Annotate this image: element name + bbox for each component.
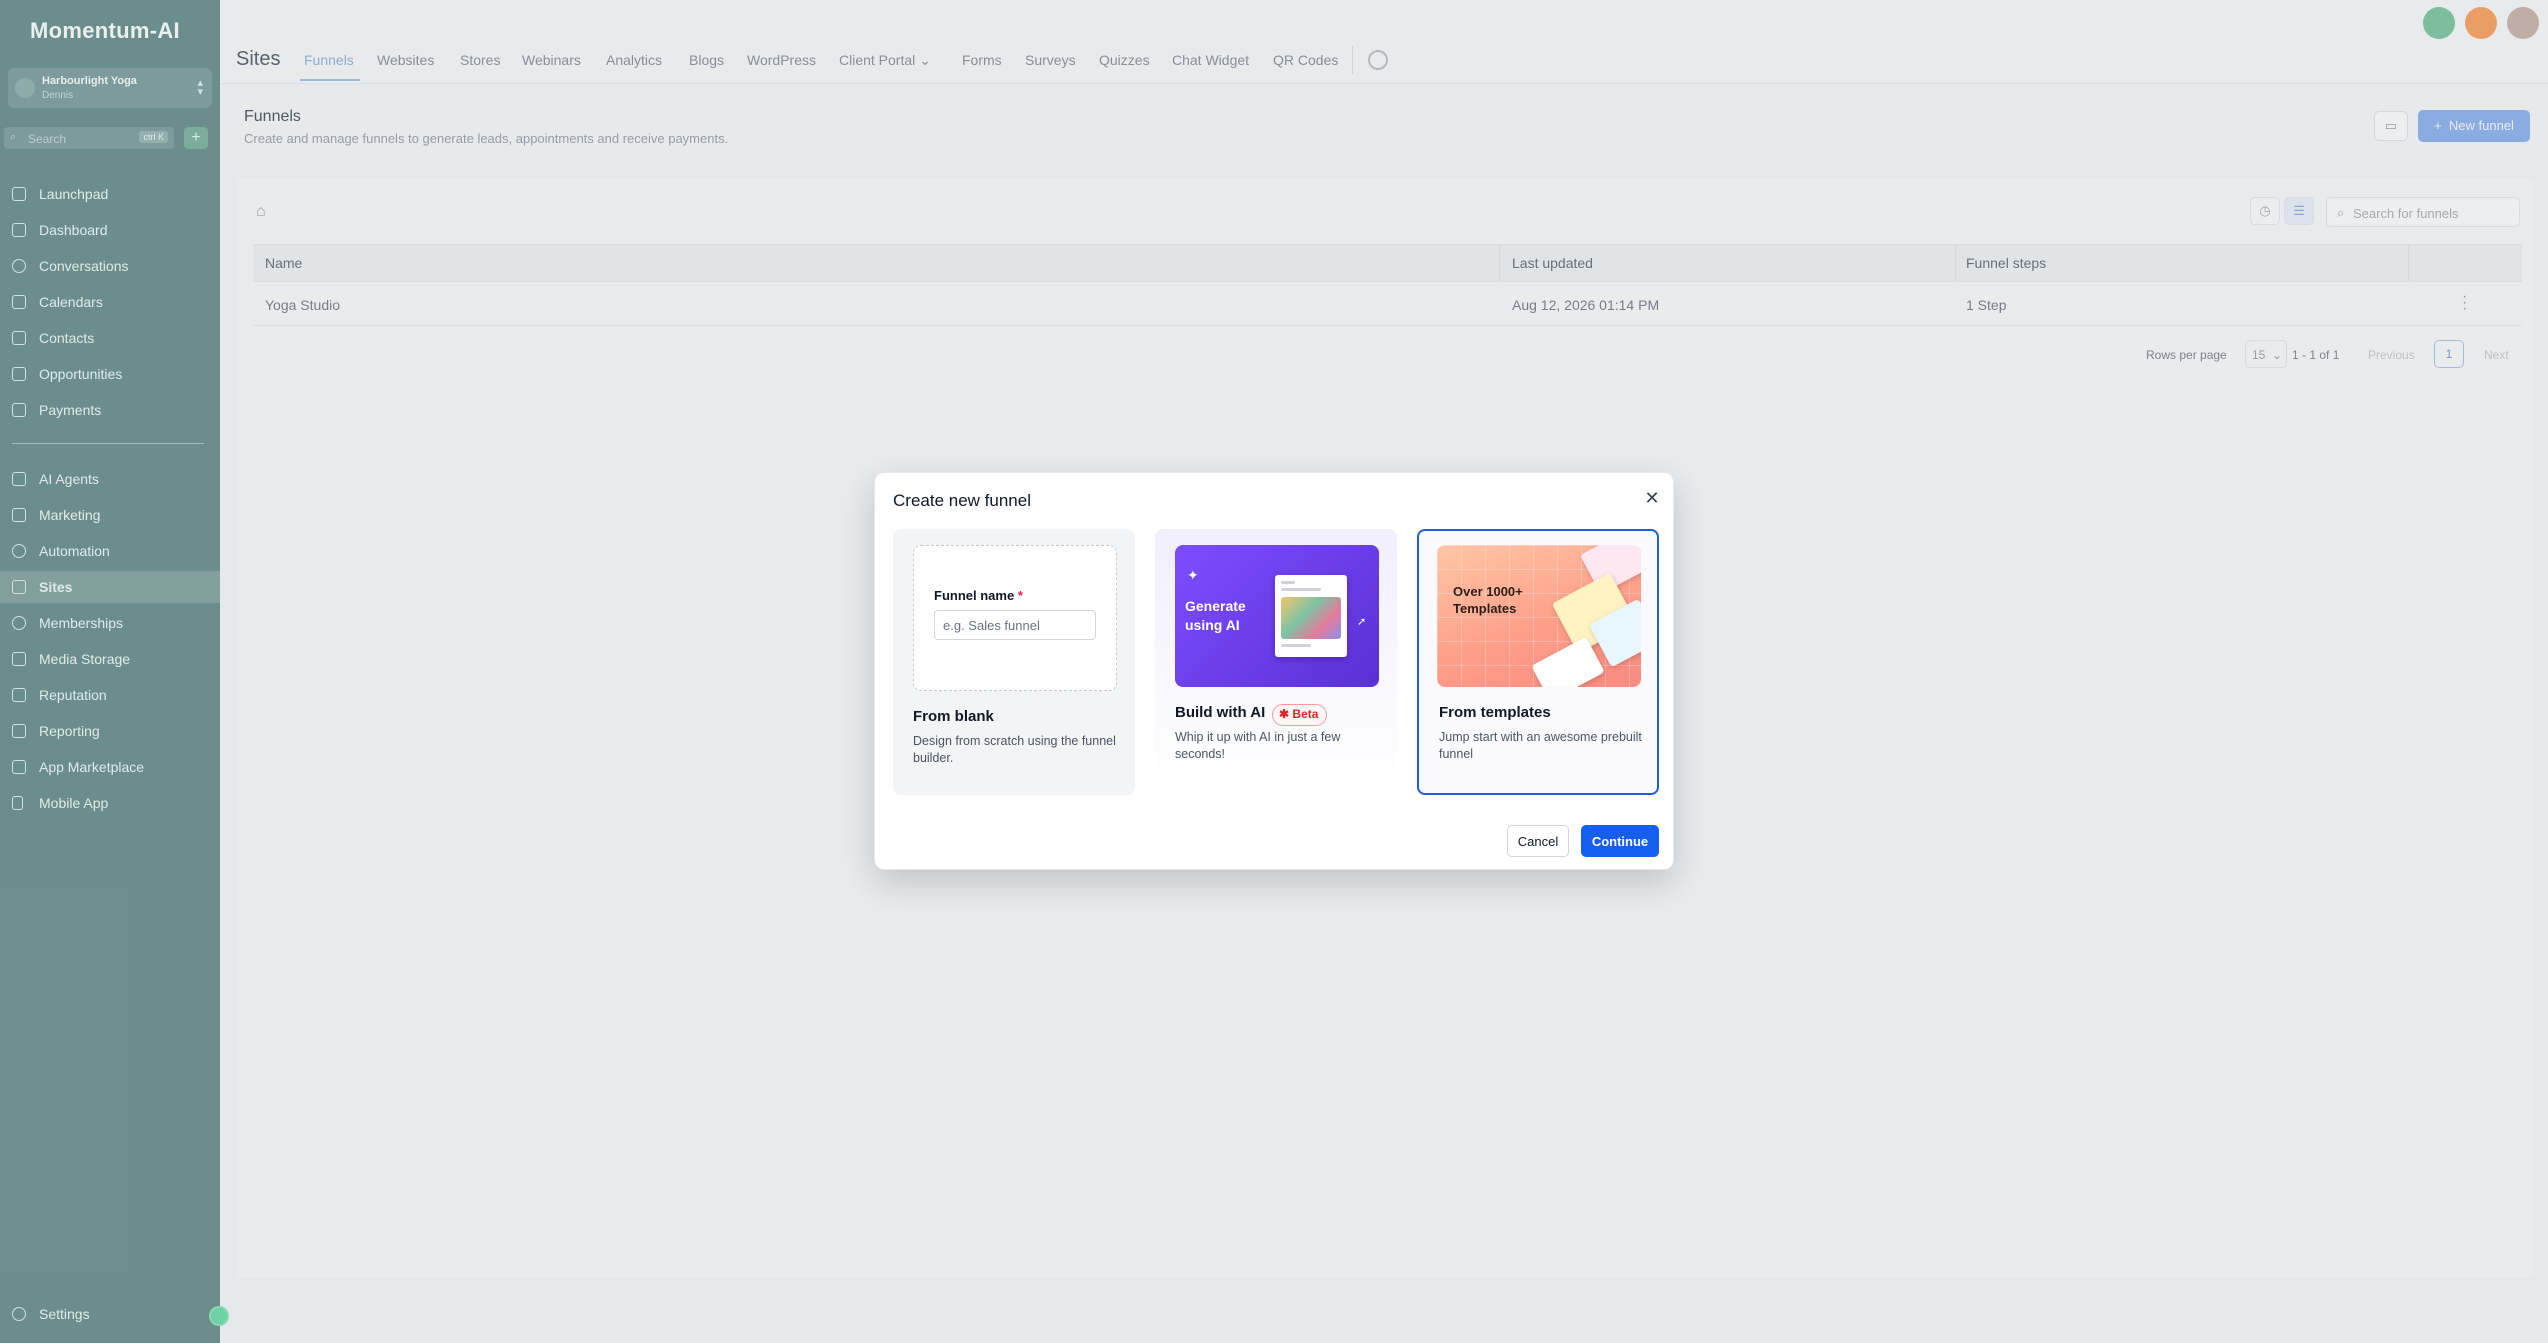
funnel-name-input[interactable] [934, 610, 1096, 640]
option-build-with-ai[interactable]: ✦ Generate using AI ➚ Build with AI ✱ Be… [1155, 529, 1397, 795]
option-description: Design from scratch using the funnel bui… [913, 734, 1116, 765]
templates-illustration-text: Over 1000+ Templates [1453, 584, 1523, 616]
create-funnel-modal: Create new funnel ✕ Funnel name * From b… [874, 472, 1674, 870]
funnel-name-label: Funnel name * [934, 588, 1023, 603]
ai-illustration: ✦ Generate using AI ➚ [1175, 545, 1379, 687]
cursor-icon: ➚ [1357, 616, 1367, 628]
option-description: Whip it up with AI in just a few seconds… [1175, 730, 1341, 761]
option-title: From templates [1439, 704, 1551, 721]
option-title: From blank [913, 708, 994, 725]
option-description: Jump start with an awesome prebuilt funn… [1439, 730, 1642, 761]
beta-badge-label: Beta [1292, 707, 1319, 721]
ai-document-preview [1275, 575, 1347, 657]
blank-preview: Funnel name * [913, 545, 1117, 691]
funnel-name-label-text: Funnel name [934, 588, 1015, 603]
required-mark: * [1017, 588, 1023, 603]
templates-illustration: Over 1000+ Templates [1437, 545, 1641, 687]
spark-icon: ✱ [1279, 707, 1290, 721]
continue-button[interactable]: Continue [1581, 825, 1659, 857]
ai-illustration-text: Generate using AI [1185, 598, 1246, 633]
option-from-templates[interactable]: Over 1000+ Templates From templates Jump… [1417, 529, 1659, 795]
close-icon[interactable]: ✕ [1643, 489, 1661, 507]
option-title: Build with AI [1175, 704, 1266, 721]
modal-title: Create new funnel [893, 491, 1031, 510]
option-from-blank[interactable]: Funnel name * From blank Design from scr… [893, 529, 1135, 795]
sparkle-icon: ✦ [1187, 567, 1199, 583]
cancel-button[interactable]: Cancel [1507, 825, 1569, 857]
beta-badge: ✱ Beta [1272, 704, 1328, 726]
